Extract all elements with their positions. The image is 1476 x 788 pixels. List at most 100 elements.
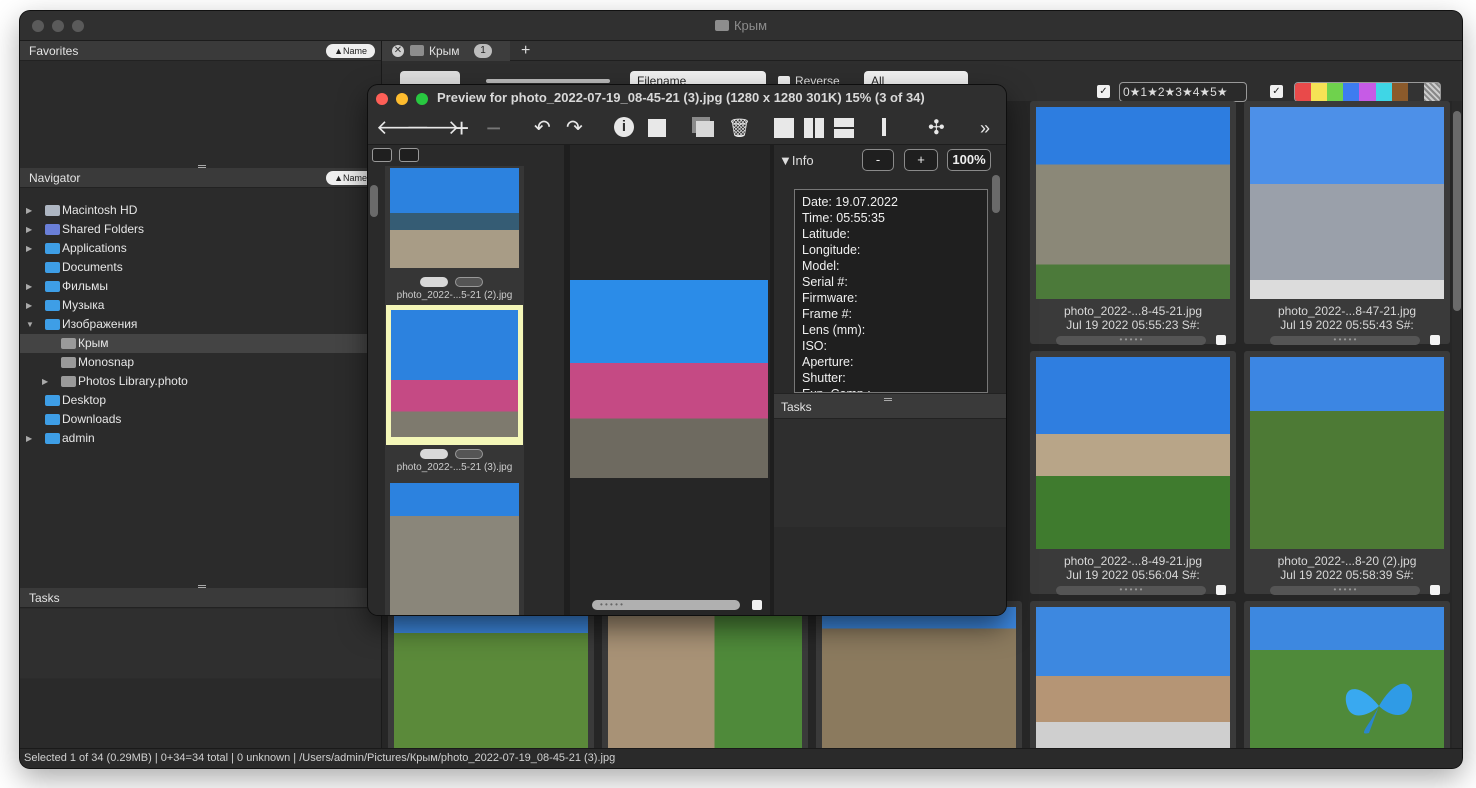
- zoom-window-button[interactable]: [416, 93, 428, 105]
- rotate-right-icon[interactable]: ↷: [566, 117, 583, 139]
- close-tab-icon[interactable]: ✕: [392, 45, 404, 57]
- side-by-side-view-icon[interactable]: [804, 118, 824, 138]
- tab-krym[interactable]: ✕ Крым 1: [382, 41, 510, 61]
- color-label-filter[interactable]: [1294, 82, 1441, 102]
- disclosure-triangle-icon[interactable]: ▶: [42, 372, 48, 391]
- info-icon[interactable]: i: [614, 117, 634, 137]
- tree-item-documents[interactable]: Documents: [20, 258, 381, 277]
- single-view-icon[interactable]: [774, 118, 794, 138]
- stacked-view-icon[interactable]: [834, 118, 854, 138]
- color-swatch-none[interactable]: [1423, 83, 1440, 101]
- zoom-level-field[interactable]: 100%: [947, 149, 991, 171]
- more-chevrons-icon[interactable]: »: [980, 117, 990, 139]
- open-external-icon[interactable]: [648, 119, 666, 137]
- close-window-button[interactable]: [32, 20, 44, 32]
- filmstrip-thumbnail[interactable]: [390, 483, 519, 615]
- exif-line: Latitude:: [802, 227, 850, 241]
- tree-item-music[interactable]: ▶ Музыка: [20, 296, 381, 315]
- disclosure-triangle-icon[interactable]: ▶: [26, 429, 32, 448]
- rating-star-button[interactable]: [420, 449, 448, 459]
- rating-dots[interactable]: • • • • •: [1270, 336, 1420, 345]
- filmstrip-size-small-button[interactable]: [372, 148, 392, 162]
- info-disclosure[interactable]: ▼Info: [779, 153, 814, 168]
- tree-item-images[interactable]: ▼ Изображения: [20, 315, 381, 334]
- rating-filter-checkbox[interactable]: ✓: [1097, 85, 1110, 98]
- rating-dots[interactable]: • • • • •: [1056, 336, 1206, 345]
- thumbnail-card[interactable]: [1030, 601, 1236, 751]
- color-swatch[interactable]: [1295, 83, 1312, 101]
- scrollbar-thumb[interactable]: [1453, 111, 1461, 311]
- thumbnail-size-slider[interactable]: [486, 79, 610, 83]
- color-swatch[interactable]: [1359, 83, 1376, 101]
- tree-item-admin[interactable]: ▶ admin: [20, 429, 381, 448]
- tasks-resize-handle[interactable]: [884, 398, 892, 401]
- copy-icon[interactable]: [696, 121, 714, 137]
- thumbnail-card[interactable]: photo_2022-...8-20 (2).jpg Jul 19 2022 0…: [1244, 351, 1450, 595]
- color-swatch[interactable]: [1375, 83, 1392, 101]
- trash-icon[interactable]: 🗑: [728, 117, 751, 139]
- disclosure-triangle-icon[interactable]: ▶: [26, 239, 32, 258]
- color-filter-checkbox[interactable]: ✓: [1270, 85, 1283, 98]
- thumbnail-card[interactable]: photo_2022-...8-47-21.jpg Jul 19 2022 05…: [1244, 101, 1450, 345]
- fit-screen-icon[interactable]: ✣: [928, 117, 945, 139]
- minimize-window-button[interactable]: [396, 93, 408, 105]
- align-icon[interactable]: [882, 118, 886, 136]
- color-swatch[interactable]: [1327, 83, 1344, 101]
- color-swatch[interactable]: [1391, 83, 1408, 101]
- rating-dots[interactable]: • • • • •: [1056, 586, 1206, 595]
- disclosure-triangle-icon[interactable]: ▶: [26, 296, 32, 315]
- zoom-out-button[interactable]: -: [862, 149, 894, 171]
- minus-icon[interactable]: −: [486, 115, 501, 141]
- arrow-right-icon[interactable]: 🡒: [406, 117, 460, 139]
- select-checkbox[interactable]: [1216, 335, 1226, 345]
- tree-item-desktop[interactable]: Desktop: [20, 391, 381, 410]
- rating-star-button[interactable]: [420, 277, 448, 287]
- color-swatch[interactable]: [1311, 83, 1328, 101]
- select-checkbox[interactable]: [752, 600, 762, 610]
- thumbnail-card[interactable]: [602, 601, 808, 751]
- disclosure-triangle-icon[interactable]: ▶: [26, 201, 32, 220]
- thumbnail-card[interactable]: photo_2022-...8-45-21.jpg Jul 19 2022 05…: [1030, 101, 1236, 345]
- tree-item-applications[interactable]: ▶ Applications: [20, 239, 381, 258]
- color-swatch[interactable]: [1407, 83, 1424, 101]
- disclosure-triangle-open-icon[interactable]: ▼: [26, 315, 34, 334]
- status-bar: Selected 1 of 34 (0.29MB) | 0+34=34 tota…: [20, 748, 1462, 768]
- browser-scrollbar[interactable]: [1452, 101, 1462, 748]
- disclosure-triangle-icon[interactable]: ▶: [26, 277, 32, 296]
- tree-item-macintosh-hd[interactable]: ▶ Macintosh HD: [20, 201, 381, 220]
- select-checkbox[interactable]: [1216, 585, 1226, 595]
- color-swatch[interactable]: [1343, 83, 1360, 101]
- label-button[interactable]: [455, 277, 483, 287]
- tree-item-photos-library[interactable]: ▶ Photos Library.photo: [20, 372, 381, 391]
- zoom-window-button[interactable]: [72, 20, 84, 32]
- rotate-left-icon[interactable]: ↶: [534, 117, 551, 139]
- plus-icon[interactable]: +: [454, 115, 469, 141]
- tree-item-monosnap[interactable]: Monosnap: [20, 353, 381, 372]
- add-tab-button[interactable]: +: [521, 41, 530, 61]
- thumbnail-card[interactable]: [1244, 601, 1450, 751]
- filmstrip-thumbnail-selected[interactable]: [386, 305, 523, 445]
- select-checkbox[interactable]: [1430, 585, 1440, 595]
- minimize-window-button[interactable]: [52, 20, 64, 32]
- rating-filter[interactable]: 0★1★2★3★4★5★: [1119, 82, 1247, 102]
- info-scrollbar-thumb[interactable]: [992, 175, 1000, 213]
- tree-item-shared-folders[interactable]: ▶ Shared Folders: [20, 220, 381, 239]
- thumbnail-card[interactable]: [816, 601, 1022, 751]
- filmstrip-thumbnail[interactable]: [390, 168, 519, 268]
- filmstrip-scrollbar[interactable]: [370, 183, 380, 615]
- tree-item-krym[interactable]: Крым: [20, 334, 381, 353]
- disclosure-triangle-icon[interactable]: ▶: [26, 220, 32, 239]
- thumbnail-card[interactable]: photo_2022-...8-49-21.jpg Jul 19 2022 05…: [1030, 351, 1236, 595]
- scrollbar-thumb[interactable]: [370, 185, 378, 217]
- thumbnail-card[interactable]: [388, 601, 594, 751]
- favorites-sort-button[interactable]: ▲Name: [326, 44, 375, 58]
- tree-item-downloads[interactable]: Downloads: [20, 410, 381, 429]
- rating-dots[interactable]: • • • • •: [1270, 586, 1420, 595]
- label-button[interactable]: [455, 449, 483, 459]
- zoom-in-button[interactable]: +: [904, 149, 938, 171]
- close-window-button[interactable]: [376, 93, 388, 105]
- filmstrip-size-large-button[interactable]: [399, 148, 419, 162]
- preview-horizontal-scrollbar[interactable]: • • • • •: [592, 600, 740, 610]
- tree-item-films[interactable]: ▶ Фильмы: [20, 277, 381, 296]
- select-checkbox[interactable]: [1430, 335, 1440, 345]
